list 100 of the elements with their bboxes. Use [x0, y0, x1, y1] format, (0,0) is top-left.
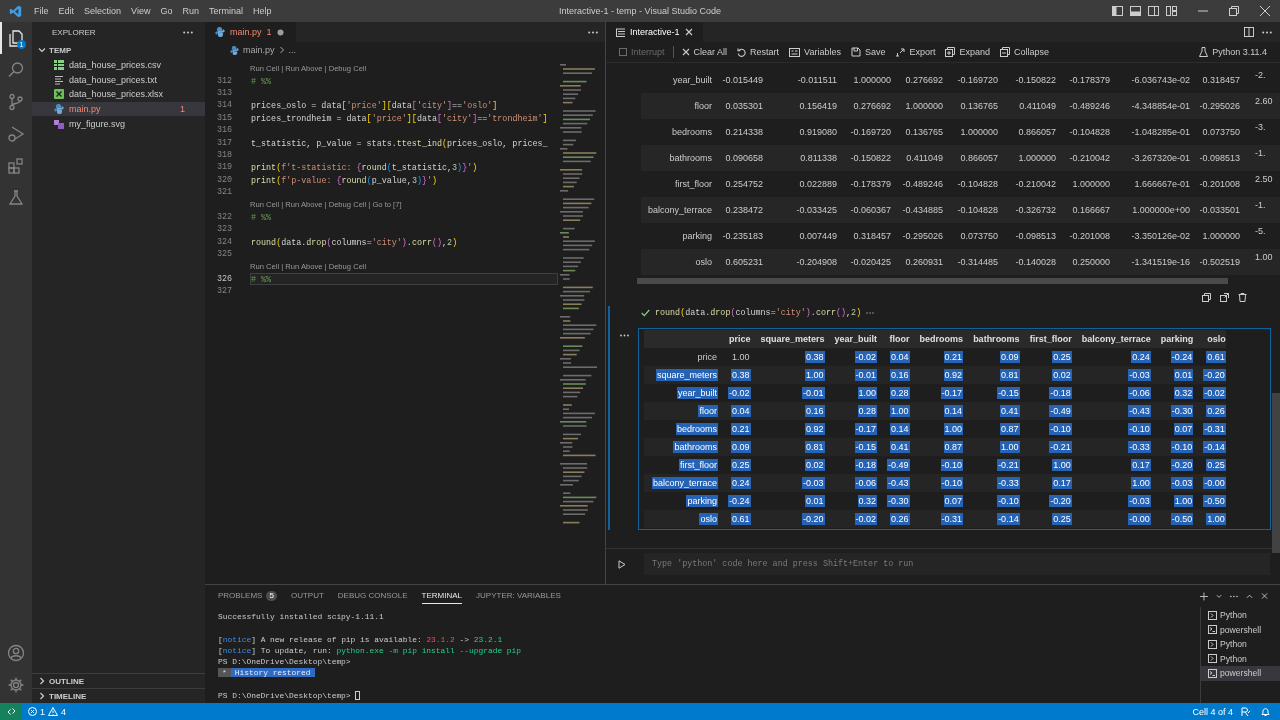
chevron-up-icon[interactable] [1245, 593, 1253, 599]
menu-item[interactable]: Terminal [203, 6, 248, 16]
editor-tab[interactable]: main.py 1 [205, 22, 296, 42]
menu-item[interactable]: Run [177, 6, 204, 16]
toggle-sidebar-icon[interactable] [1112, 6, 1123, 16]
chevron-down-icon[interactable] [1215, 593, 1223, 599]
close-icon[interactable] [1260, 592, 1268, 600]
panel-tab[interactable]: DEBUG CONSOLE [337, 588, 417, 604]
breadcrumb-item[interactable]: main.py [243, 45, 275, 55]
account-icon[interactable] [7, 644, 25, 662]
code-line: # %% [250, 75, 273, 87]
run-icon[interactable] [618, 559, 626, 569]
feedback-icon[interactable] [1241, 706, 1251, 717]
menu-item[interactable]: Help [247, 6, 277, 16]
more-icon[interactable] [183, 30, 193, 34]
scrollbar[interactable] [1272, 393, 1280, 553]
cell-position[interactable]: Cell 4 of 4 [1184, 706, 1241, 717]
table-cell-text: 0.919080 [798, 127, 837, 137]
terminal-item[interactable]: Python [1201, 608, 1280, 623]
more-icon[interactable] [588, 30, 598, 34]
menu-item[interactable]: File [29, 6, 54, 16]
remote-button[interactable] [0, 703, 22, 720]
table-cell: 0.17 [1052, 477, 1072, 489]
table-cell: 0.28 [890, 387, 910, 399]
copy-icon[interactable] [1202, 292, 1211, 302]
terminal-item[interactable]: powershell [1201, 666, 1280, 681]
editor-tab[interactable]: Interactive-1 [606, 22, 703, 42]
toolbar-button[interactable]: Expand [940, 44, 995, 60]
table-cell-text: -3.267320e-01 [1130, 153, 1190, 163]
menu-item[interactable]: Go [155, 6, 178, 16]
line-number: 313 [215, 87, 233, 98]
menu-item[interactable]: Selection [79, 6, 127, 16]
panel-tab[interactable]: PROBLEMS 5 [218, 587, 286, 605]
toggle-secondary-sidebar-icon[interactable] [1148, 6, 1159, 16]
toolbar-button[interactable]: Save [845, 44, 891, 60]
explorer-file[interactable]: data_house_prices.csv [32, 58, 205, 73]
close-icon[interactable] [1260, 6, 1270, 16]
scrollbar[interactable] [637, 278, 1228, 284]
menu-item[interactable]: View [126, 6, 156, 16]
table-cell-text: -5. [1254, 225, 1267, 236]
more-icon[interactable] [1262, 30, 1272, 34]
extensions-icon[interactable] [7, 157, 25, 175]
breadcrumb-item[interactable]: ... [288, 45, 297, 55]
table-cell-text: -0.033501 [1198, 205, 1240, 215]
run-debug-icon[interactable] [7, 125, 25, 143]
delete-icon[interactable] [1238, 292, 1247, 302]
explorer-file[interactable]: data_house_prices.xlsx [32, 87, 205, 102]
restore-icon[interactable] [1229, 6, 1239, 16]
table-cell-text: -0.434885 [901, 205, 943, 215]
table-cell: -0.30 [1170, 405, 1194, 417]
folder-item[interactable]: TEMP [32, 42, 205, 58]
settings-icon[interactable] [7, 676, 25, 694]
line-number: 319 [215, 162, 233, 173]
terminal-item[interactable]: powershell [1201, 622, 1280, 637]
split-editor-icon[interactable] [1244, 27, 1254, 37]
toolbar-button[interactable]: Collapse [995, 44, 1054, 60]
panel-tab[interactable]: JUPYTER: VARIABLES [476, 588, 570, 604]
table-cell-text: -2. [1254, 69, 1267, 80]
line-number: 324 [215, 236, 233, 247]
goto-code-icon[interactable] [1220, 292, 1229, 302]
more-icon[interactable] [620, 334, 629, 337]
toggle-panel-icon[interactable] [1130, 6, 1141, 16]
column-header: oslo [1193, 330, 1226, 348]
bell-icon[interactable] [1261, 706, 1270, 717]
table-cell-text: -0.210042 [1014, 179, 1056, 189]
explorer-file[interactable]: my_figure.svg [32, 116, 205, 131]
toolbar-button[interactable]: Export [890, 44, 941, 60]
kernel-picker[interactable]: Python 3.11.4 [1194, 44, 1272, 60]
close-icon[interactable] [684, 28, 693, 36]
explorer-file[interactable]: data_house_prices.txt [32, 72, 205, 88]
section-header[interactable]: OUTLINE [32, 673, 205, 688]
table-cell: 0.09 [1000, 351, 1020, 363]
panel-tab[interactable]: OUTPUT [290, 588, 333, 604]
table-cell: -0.00 [1203, 477, 1226, 489]
table-cell: 0.25 [731, 459, 751, 471]
table-cell: 0.81 [1000, 369, 1020, 381]
more-icon[interactable] [1230, 594, 1238, 598]
terminal-icon [1208, 639, 1217, 649]
source-control-icon[interactable] [7, 93, 25, 111]
toolbar-button[interactable]: Restart [732, 44, 785, 60]
table-cell-text: 0.411049 [905, 153, 943, 163]
panel-tab[interactable]: TERMINAL [421, 588, 463, 604]
code-input-field[interactable]: Type 'python' code here and press Shift+Enter to run [644, 553, 1270, 575]
add-icon[interactable] [1200, 591, 1208, 601]
search-icon[interactable] [7, 61, 25, 79]
layout-icon[interactable] [1166, 6, 1177, 16]
table-cell-text: -0.502519 [1198, 257, 1240, 267]
table-cell: 1.00 [943, 423, 964, 435]
toolbar-button[interactable]: Variables [784, 44, 846, 60]
explorer-file[interactable]: main.py 1 [32, 101, 205, 117]
toolbar-button[interactable]: Clear All [676, 44, 733, 60]
files-icon[interactable] [7, 29, 25, 47]
menu-item[interactable]: Edit [53, 6, 80, 16]
window-title: Interactive-1 - temp - Visual Studio Code [559, 6, 721, 16]
flask-icon[interactable] [7, 189, 25, 207]
terminal-item[interactable]: Python [1201, 637, 1280, 652]
table-cell: -0.10 [1170, 441, 1194, 453]
problems-status[interactable]: 1 4 [22, 706, 73, 717]
terminal-item[interactable]: Python [1201, 651, 1280, 666]
warning-icon [48, 707, 58, 716]
